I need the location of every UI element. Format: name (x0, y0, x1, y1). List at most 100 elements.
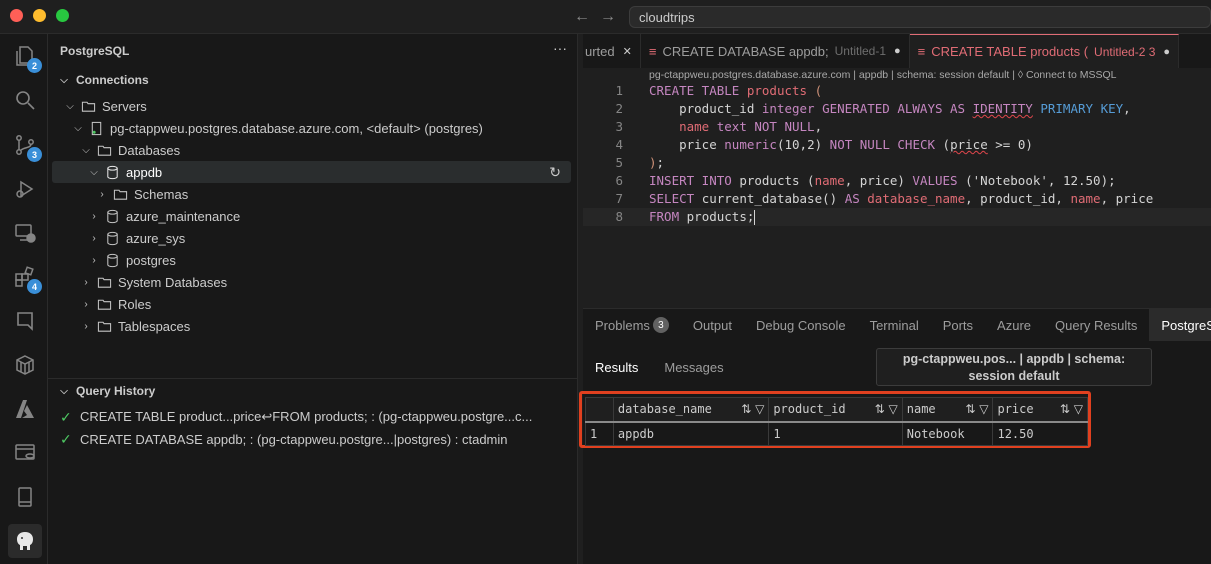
connection-breadcrumb[interactable]: pg-ctappweu.postgres.database.azure.com … (649, 69, 1116, 81)
folder-icon (96, 274, 112, 290)
tab-postgresql[interactable]: PostgreSQL (1149, 309, 1211, 341)
chevron-down-icon: ⌵ (82, 144, 90, 156)
tab-terminal[interactable]: Terminal (858, 309, 931, 341)
server-icon (88, 120, 104, 136)
database-server-icon[interactable] (12, 440, 38, 466)
table-cell[interactable]: 1 (768, 421, 903, 446)
tab-label: CREATE TABLE products ( (931, 44, 1089, 59)
column-header-label: product_id (773, 402, 846, 417)
tree-item-label: azure_maintenance (126, 208, 241, 224)
code-line: 5); (583, 154, 1211, 172)
column-header-database-name[interactable]: database_name ⇅ ▽ (612, 397, 770, 423)
minimize-window-button[interactable] (33, 9, 46, 22)
forward-arrow-icon[interactable]: → (600, 8, 616, 26)
bottom-panel: Problems 3 Output Debug Console Terminal … (579, 308, 1211, 564)
tree-item-schemas[interactable]: › Schemas (52, 183, 571, 205)
bookmark-icon[interactable] (12, 308, 38, 334)
tab-debug-console[interactable]: Debug Console (744, 309, 858, 341)
tree-item-system-databases[interactable]: › System Databases (52, 271, 571, 293)
unsaved-dot-icon[interactable]: ● (1163, 46, 1170, 58)
files-icon[interactable]: 2 (12, 43, 42, 73)
query-history-label: Query History (76, 384, 156, 398)
sort-filter-icon[interactable]: ⇅ ▽ (965, 402, 988, 416)
line-number: 7 (615, 191, 623, 206)
search-icon[interactable] (12, 87, 38, 113)
chevron-right-icon: › (92, 210, 96, 222)
row-number-header (585, 397, 614, 423)
tab-azure[interactable]: Azure (985, 309, 1043, 341)
refresh-icon[interactable]: ↻ (549, 164, 561, 181)
postgresql-elephant-icon[interactable] (8, 524, 42, 558)
code-editor[interactable]: 1 CREATE TABLE products ( 2 product_id in… (583, 82, 1211, 226)
tab-messages[interactable]: Messages (664, 360, 723, 375)
editor-tabs: urted ✕ ≡ CREATE DATABASE appdb; Untitle… (583, 34, 1211, 68)
history-item[interactable]: ✓ CREATE TABLE product...price↩FROM prod… (60, 406, 571, 428)
tab-ports[interactable]: Ports (931, 309, 985, 341)
sidebar-title: PostgreSQL (60, 44, 130, 58)
line-number: 8 (615, 209, 623, 224)
maximize-window-button[interactable] (56, 9, 69, 22)
sort-filter-icon[interactable]: ⇅ ▽ (1060, 402, 1083, 416)
code-line: 2 product_id integer GENERATED ALWAYS AS… (583, 100, 1211, 118)
tree-item-tablespaces[interactable]: › Tablespaces (52, 315, 571, 337)
more-actions-icon[interactable]: ··· (553, 40, 567, 56)
files-badge: 2 (27, 58, 42, 73)
query-history-section-header[interactable]: ⌵ Query History (58, 380, 571, 402)
tab-output[interactable]: Output (681, 309, 744, 341)
tree-item-label: appdb (126, 164, 163, 180)
line-number: 5 (615, 155, 623, 170)
column-header-name[interactable]: name ⇅ ▽ (901, 397, 994, 423)
extensions-badge: 4 (27, 279, 42, 294)
tree-item-appdb[interactable]: ⌵ appdb ↻ (52, 161, 571, 183)
tab-started[interactable]: urted ✕ (583, 34, 641, 68)
table-cell[interactable]: 12.50 (992, 421, 1088, 446)
extensions-icon[interactable]: 4 (12, 264, 42, 294)
line-number: 3 (615, 119, 623, 134)
tab-results[interactable]: Results (595, 360, 638, 375)
source-control-icon[interactable]: 3 (12, 132, 42, 162)
line-number: 2 (615, 101, 623, 116)
connection-info-box[interactable]: pg-ctappweu.pos... | appdb | schema: ses… (876, 348, 1152, 386)
chevron-down-icon: ⌵ (60, 385, 68, 397)
connections-section-header[interactable]: ⌵ Connections (58, 69, 571, 91)
tab-create-table[interactable]: ≡ CREATE TABLE products ( Untitled-2 3 ● (909, 34, 1180, 68)
tab-label: CREATE DATABASE appdb; (662, 43, 829, 59)
results-grid: database_name ⇅ ▽ product_id ⇅ ▽ name ⇅ ▽ p… (585, 397, 1088, 446)
database-icon (104, 208, 120, 224)
back-arrow-icon[interactable]: ← (574, 8, 590, 26)
command-center-search[interactable]: cloudtrips (629, 6, 1211, 28)
close-window-button[interactable] (10, 9, 23, 22)
close-icon[interactable]: ✕ (623, 45, 632, 58)
sort-filter-icon[interactable]: ⇅ ▽ (741, 402, 764, 416)
remote-explorer-icon[interactable] (12, 220, 38, 246)
table-row[interactable]: 1 appdb 1 Notebook 12.50 (585, 421, 1088, 446)
chevron-right-icon: › (84, 298, 88, 310)
table-cell[interactable]: Notebook (901, 421, 994, 446)
unsaved-dot-icon[interactable]: ● (894, 45, 901, 57)
source-control-badge: 3 (27, 147, 42, 162)
tab-sublabel: Untitled-2 3 (1094, 44, 1156, 59)
tree-item-azure-sys[interactable]: › azure_sys (52, 227, 571, 249)
connection-info-line: pg-ctappweu.pos... | appdb | schema: (902, 352, 1126, 366)
tree-item-databases[interactable]: ⌵ Databases (52, 139, 571, 161)
table-cell[interactable]: appdb (612, 421, 770, 446)
tree-item-label: pg-ctappweu.postgres.database.azure.com,… (110, 120, 483, 136)
mobile-icon[interactable] (12, 484, 38, 510)
containers-icon[interactable] (12, 352, 38, 378)
tree-item-servers[interactable]: ⌵ Servers (52, 95, 571, 117)
tree-item-azure-maintenance[interactable]: › azure_maintenance (52, 205, 571, 227)
tree-item-server[interactable]: ⌵ pg-ctappweu.postgres.database.azure.co… (52, 117, 571, 139)
tab-query-results[interactable]: Query Results (1043, 309, 1149, 341)
result-tabs: Results Messages (595, 360, 724, 375)
column-header-price[interactable]: price ⇅ ▽ (992, 397, 1088, 423)
tree-item-postgres[interactable]: › postgres (52, 249, 571, 271)
tab-problems[interactable]: Problems 3 (583, 309, 681, 341)
run-debug-icon[interactable] (12, 176, 38, 202)
tree-item-roles[interactable]: › Roles (52, 293, 571, 315)
sort-filter-icon[interactable]: ⇅ ▽ (875, 402, 898, 416)
azure-icon[interactable] (12, 396, 38, 422)
history-item[interactable]: ✓ CREATE DATABASE appdb; : (pg-ctappweu.… (60, 428, 571, 450)
tab-create-database[interactable]: ≡ CREATE DATABASE appdb; Untitled-1 ● (641, 34, 910, 68)
chevron-down-icon: ⌵ (74, 122, 82, 134)
column-header-product-id[interactable]: product_id ⇅ ▽ (768, 397, 903, 423)
